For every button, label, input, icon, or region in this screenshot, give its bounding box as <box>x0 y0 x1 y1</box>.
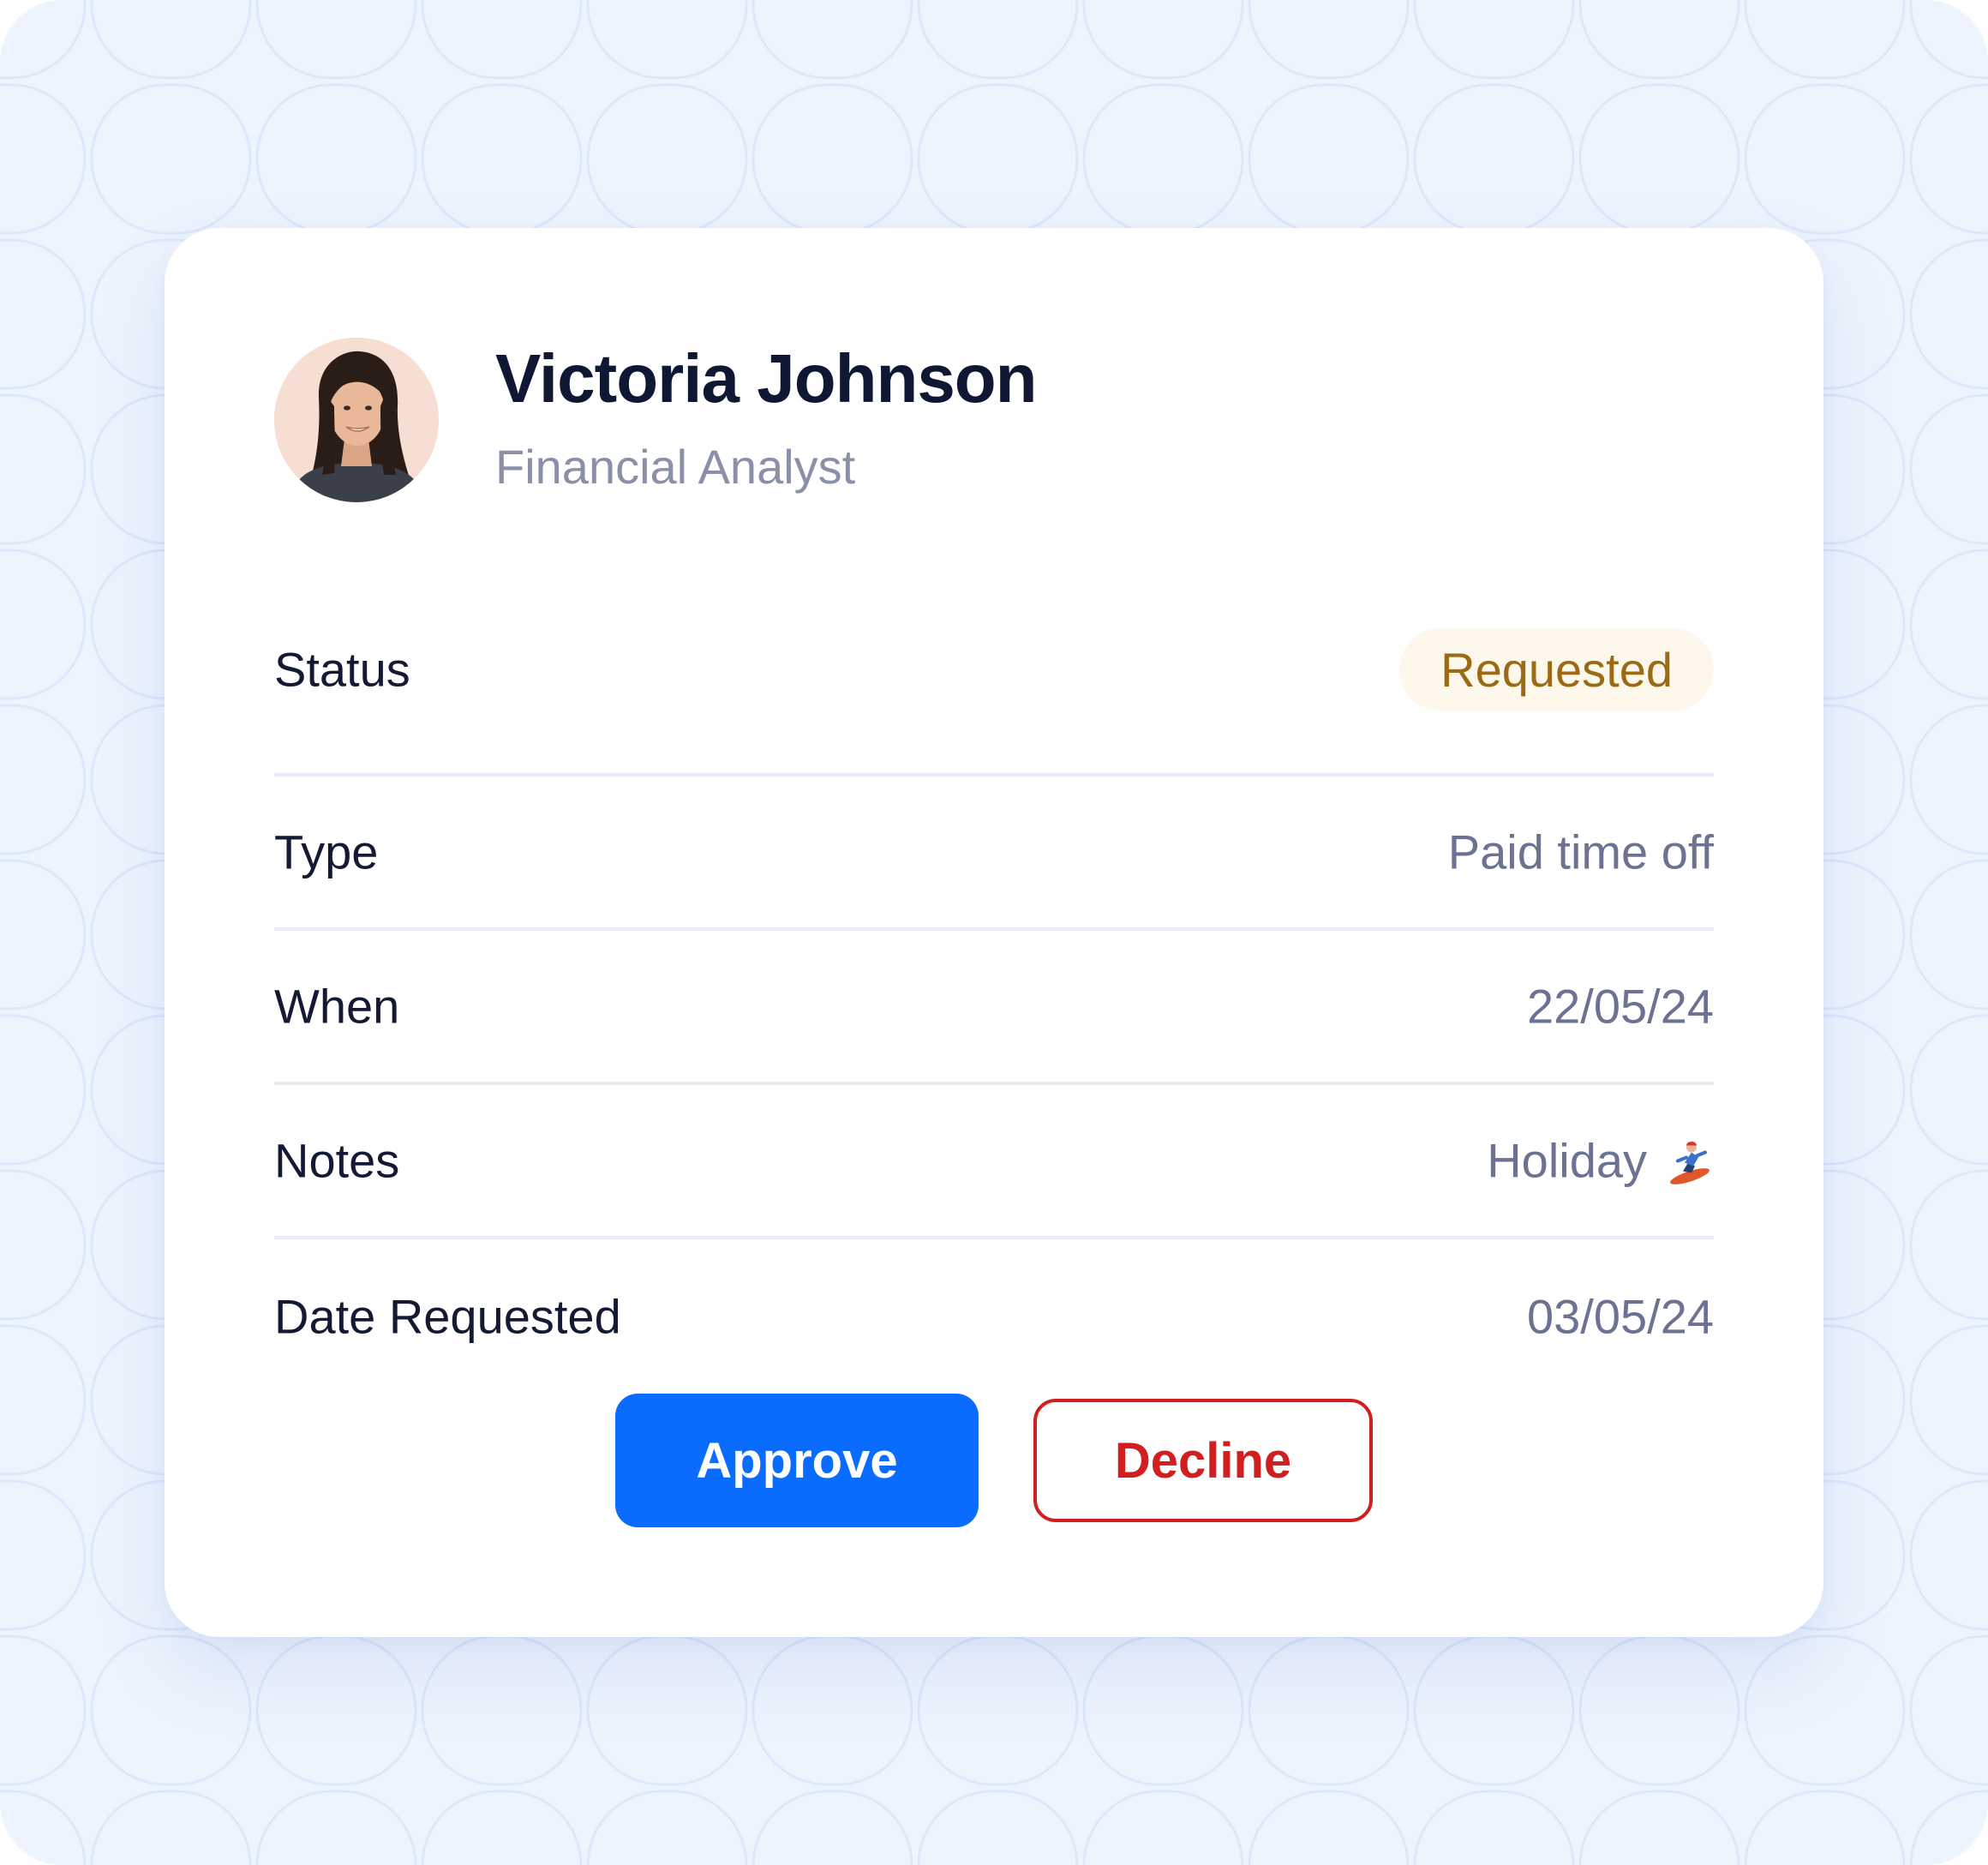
time-off-request-card: Victoria Johnson Financial Analyst Statu… <box>165 228 1823 1637</box>
decline-button[interactable]: Decline <box>1033 1399 1373 1522</box>
request-details: Status Requested Type Paid time off When… <box>274 591 1714 1394</box>
when-value: 22/05/24 <box>1527 979 1714 1034</box>
notes-label: Notes <box>274 1133 400 1188</box>
type-label: Type <box>274 825 379 879</box>
detail-row-status: Status Requested <box>274 591 1714 777</box>
snowboarder-icon <box>1670 1141 1710 1184</box>
type-value: Paid time off <box>1447 825 1714 879</box>
status-label: Status <box>274 642 410 697</box>
date-requested-label: Date Requested <box>274 1289 621 1344</box>
employee-role: Financial Analyst <box>495 440 856 494</box>
detail-row-when: When 22/05/24 <box>274 931 1714 1085</box>
background-frame: Victoria Johnson Financial Analyst Statu… <box>0 0 1988 1865</box>
status-badge: Requested <box>1399 628 1714 711</box>
person-photo-icon <box>274 338 439 502</box>
detail-row-date-requested: Date Requested 03/05/24 <box>274 1239 1714 1394</box>
notes-value: Holiday <box>1487 1133 1647 1188</box>
approve-button[interactable]: Approve <box>615 1394 979 1527</box>
detail-row-notes: Notes Holiday <box>274 1085 1714 1239</box>
action-buttons: Approve Decline <box>165 1394 1823 1527</box>
employee-name: Victoria Johnson <box>495 340 1038 417</box>
notes-value-wrap: Holiday <box>1487 1133 1714 1189</box>
date-requested-value: 03/05/24 <box>1527 1289 1714 1344</box>
avatar <box>274 338 439 502</box>
detail-row-type: Type Paid time off <box>274 777 1714 931</box>
when-label: When <box>274 979 400 1034</box>
